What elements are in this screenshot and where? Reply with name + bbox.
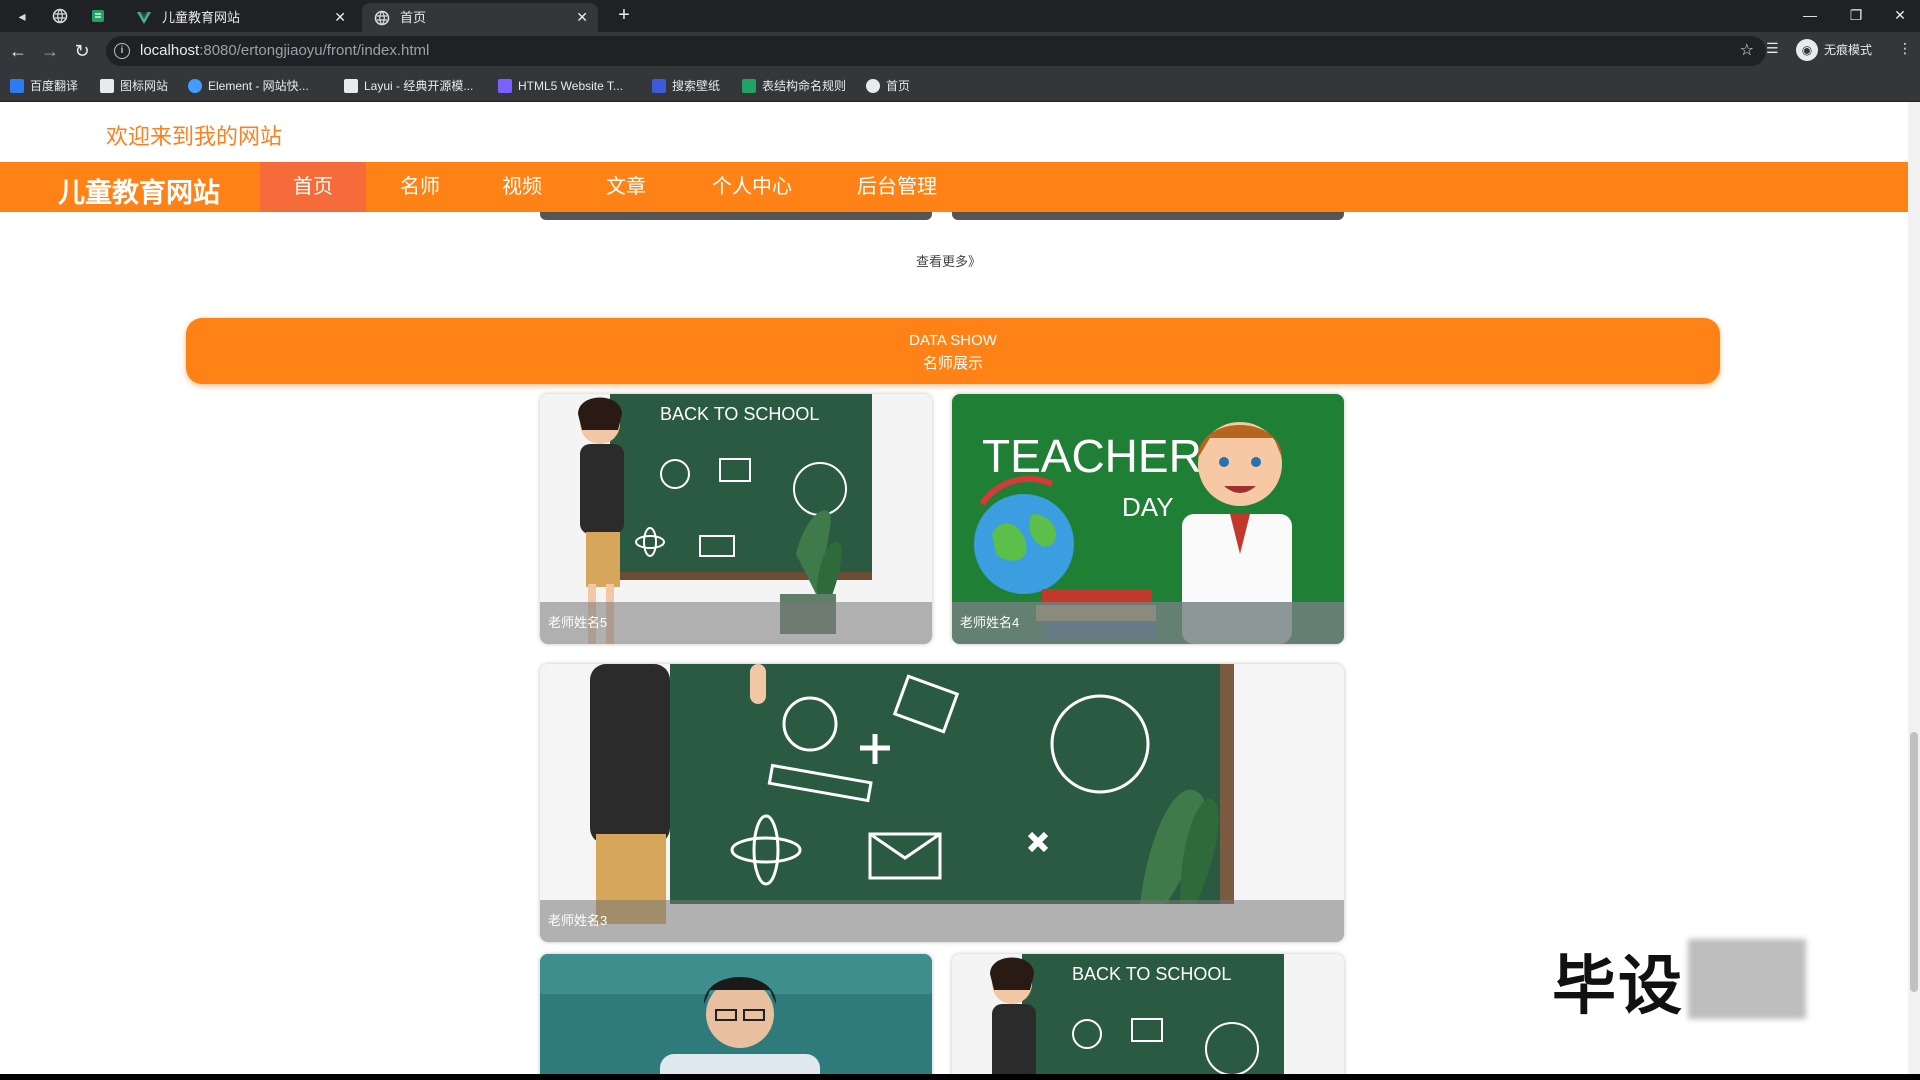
section-title-cn: 名师展示 (922, 355, 983, 372)
scrollbar-thumb[interactable] (1910, 732, 1918, 992)
window-close-icon[interactable]: ✕ (1880, 2, 1920, 28)
nav-item-admin[interactable]: 后台管理 (842, 162, 952, 212)
globe-icon (374, 10, 390, 26)
main-navbar: 儿童教育网站 首页 名师 视频 文章 个人中心 后台管理 (0, 162, 1908, 212)
layui-icon (344, 79, 358, 93)
tab-audio-icon[interactable]: ◂ (10, 4, 34, 28)
nav-item-articles[interactable]: 文章 (586, 162, 666, 212)
teacher-card[interactable]: 老师姓名3 (540, 664, 1344, 942)
back-to-school-text: BACK TO SCHOOL (1072, 964, 1231, 984)
section-banner: DATA SHOW 名师展示 (186, 318, 1720, 384)
teacher-card[interactable]: BACK TO SCHOOL (952, 954, 1344, 1074)
card-bottom-edge (952, 212, 1344, 220)
bookmark-item[interactable]: 首页 (866, 77, 910, 95)
site-info-icon[interactable]: i (114, 43, 130, 59)
watermark-text: 毕设 (1552, 950, 1684, 1022)
blurred-overlay (1688, 939, 1806, 1019)
pinned-tab-globe-icon[interactable] (48, 4, 72, 28)
welcome-text: 欢迎来到我的网站 (106, 124, 283, 149)
bookmarks-bar: 百度翻译 图标网站 Element - 网站快... Layui - 经典开源模… (0, 70, 1920, 102)
pinned-tab-sheet-icon[interactable] (86, 4, 110, 28)
bookmark-item[interactable]: 表结构命名规则 (742, 77, 846, 95)
bookmark-star-icon[interactable]: ☆ (1740, 40, 1754, 60)
teacher-name: 老师姓名4 (952, 602, 1344, 644)
bookmark-item[interactable]: 百度翻译 (10, 77, 78, 95)
browser-tab-bar: ◂ 儿童教育网站 ✕ 首页 ✕ + — ❐ ✕ (0, 0, 1920, 32)
section-title-en: DATA SHOW (909, 332, 997, 349)
teacher-card[interactable]: BACK TO SCHOOL 老师姓名5 (540, 394, 932, 644)
close-icon[interactable]: ✕ (334, 3, 346, 32)
browser-toolbar: ← → ↻ i localhost:8080/ertongjiaoyu/fron… (0, 32, 1920, 70)
bookmark-item[interactable]: 搜索壁纸 (652, 77, 720, 95)
bookmark-item[interactable]: Layui - 经典开源模... (344, 77, 473, 95)
globe-icon (866, 79, 880, 93)
sheet-icon (742, 79, 756, 93)
element-icon (188, 79, 202, 93)
tab-ertong-site[interactable]: 儿童教育网站 ✕ (124, 3, 356, 32)
nav-item-home[interactable]: 首页 (260, 162, 366, 212)
tab-title: 儿童教育网站 (162, 10, 241, 25)
flag-icon (100, 79, 114, 93)
vue-icon (137, 12, 151, 24)
teacher-card[interactable]: TEACHER'S DAY 老师姓名4 (952, 394, 1344, 644)
tab-home[interactable]: 首页 ✕ (362, 3, 598, 32)
teacher-name: 老师姓名3 (540, 900, 1344, 942)
tab-title: 首页 (400, 10, 427, 25)
reading-list-icon[interactable]: ☰ (1766, 40, 1779, 57)
restore-icon[interactable]: ❐ (1836, 2, 1876, 28)
wallpaper-icon (652, 79, 666, 93)
back-to-school-text: BACK TO SCHOOL (660, 404, 819, 424)
html5-icon (498, 79, 512, 93)
bookmark-item[interactable]: HTML5 Website T... (498, 77, 623, 95)
view-more-link[interactable]: 查看更多》 (916, 251, 981, 270)
forward-arrow-icon[interactable]: → (38, 39, 62, 63)
new-tab-button[interactable]: + (612, 4, 636, 28)
close-icon[interactable]: ✕ (576, 3, 588, 32)
site-brand[interactable]: 儿童教育网站 (58, 171, 220, 210)
translate-icon (10, 79, 24, 93)
teacher-name: 老师姓名5 (540, 602, 932, 644)
teachers-day-subtitle: DAY (1122, 492, 1174, 522)
url-text[interactable]: localhost:8080/ertongjiaoyu/front/index.… (140, 42, 429, 59)
page-viewport: 欢迎来到我的网站 儿童教育网站 首页 名师 视频 文章 个人中心 后台管理 查看… (0, 102, 1920, 1074)
screen-bottom-border (0, 1074, 1920, 1080)
back-arrow-icon[interactable]: ← (6, 39, 30, 63)
bookmark-item[interactable]: Element - 网站快... (188, 77, 309, 95)
page-scrollbar[interactable] (1908, 102, 1920, 1074)
male-teacher-photo (540, 954, 932, 1074)
back-to-school-image: BACK TO SCHOOL (952, 954, 1344, 1074)
reload-icon[interactable]: ↻ (70, 39, 94, 63)
incognito-icon: ◉ (1796, 39, 1818, 61)
menu-dots-icon[interactable]: ⋮ (1898, 40, 1912, 57)
bookmark-item[interactable]: 图标网站 (100, 77, 168, 95)
incognito-profile[interactable]: ◉ 无痕模式 (1796, 37, 1872, 63)
minimize-icon[interactable]: — (1790, 2, 1830, 28)
nav-item-teachers[interactable]: 名师 (380, 162, 460, 212)
card-bottom-edge (540, 212, 932, 220)
address-bar[interactable]: i localhost:8080/ertongjiaoyu/front/inde… (106, 36, 1766, 66)
teacher-card[interactable] (540, 954, 932, 1074)
nav-item-profile[interactable]: 个人中心 (700, 162, 804, 212)
nav-item-videos[interactable]: 视频 (482, 162, 562, 212)
